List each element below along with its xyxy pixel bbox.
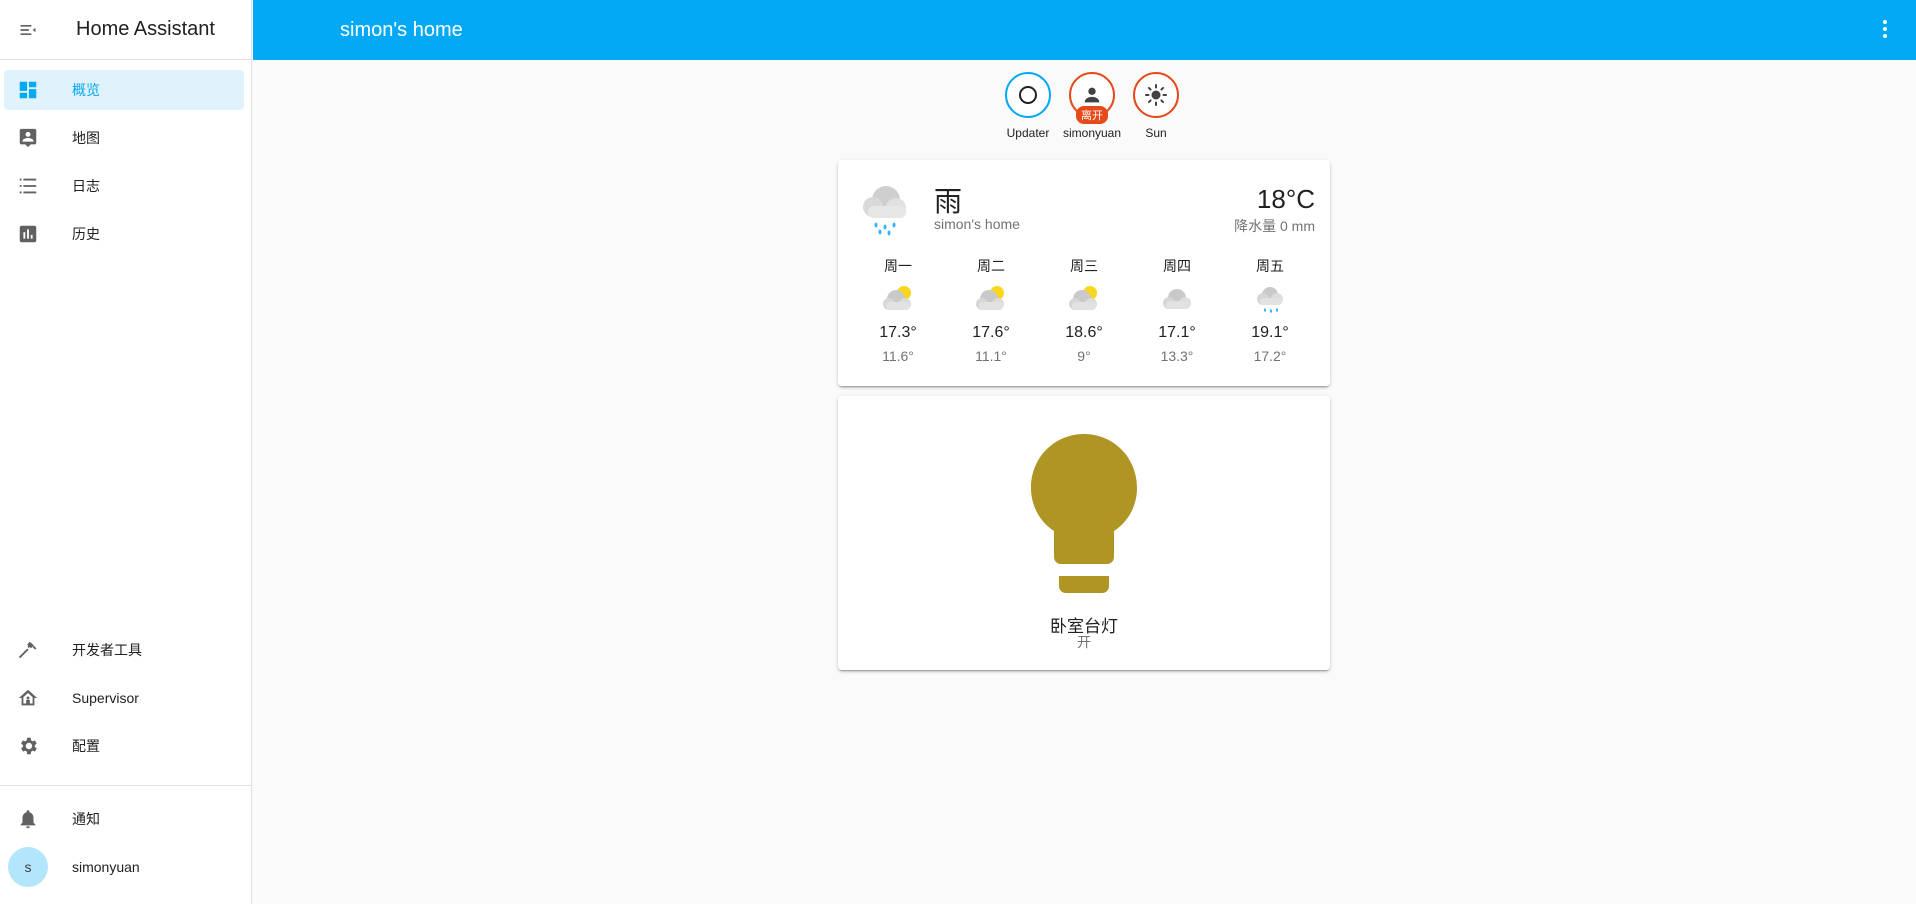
light-state: 开	[1077, 634, 1091, 650]
sidebar-item-config[interactable]: 配置	[4, 726, 244, 766]
forecast-low: 17.2°	[1253, 348, 1287, 364]
sidebar-item-supervisor[interactable]: Supervisor	[4, 678, 244, 718]
forecast-day-label: 周三	[1070, 258, 1098, 274]
weather-location: simon's home	[934, 216, 1020, 232]
sidebar-item-label: 配置	[72, 738, 100, 754]
weather-card[interactable]: 雨 simon's home 18°C 降水量 0 mm 周一 17.3° 11…	[838, 160, 1330, 386]
weather-condition: 雨	[934, 186, 963, 217]
cloudy-icon	[1163, 289, 1191, 309]
forecast-day: 周三 18.6° 9°	[1047, 256, 1121, 364]
rainy-weather-icon	[863, 186, 906, 236]
badge-label: Sun	[1145, 126, 1167, 140]
app-title: Home Assistant	[76, 18, 215, 40]
sidebar-divider	[0, 785, 252, 786]
badge-circle	[1005, 72, 1051, 118]
badge-label: simonyuan	[1062, 126, 1122, 140]
sidebar-item-label: 通知	[72, 811, 100, 827]
forecast-high: 17.6°	[972, 324, 1010, 341]
sidebar-item-label: 概览	[72, 82, 100, 98]
forecast-day-label: 周五	[1256, 258, 1284, 274]
weather-precipitation: 降水量 0 mm	[1234, 218, 1315, 234]
sidebar-item-label: simonyuan	[72, 859, 140, 875]
forecast-low: 9°	[1077, 348, 1091, 364]
sidebar-item-label: Supervisor	[72, 690, 139, 706]
sidebar-item-history[interactable]: 历史	[4, 214, 244, 254]
weather-forecast: 周一 17.3° 11.6° 周二 17.6° 11.1° 周三 18.6° 9…	[838, 256, 1330, 364]
hammer-icon	[4, 639, 52, 661]
forecast-day: 周四 17.1° 13.3°	[1140, 256, 1214, 364]
sidebar-item-notifications[interactable]: 通知	[4, 799, 244, 839]
weather-temperature: 18°C	[1256, 184, 1315, 214]
sidebar-item-map[interactable]: 地图	[4, 118, 244, 158]
more-vert-icon	[1883, 34, 1887, 38]
avatar: s	[8, 847, 48, 887]
sidebar-item-label: 地图	[72, 130, 100, 146]
sidebar: Home Assistant 概览 地图 日志 历史 开发者工具 Supervi…	[0, 0, 252, 904]
forecast-day-label: 周一	[884, 258, 912, 274]
partly-cloudy-icon	[883, 286, 911, 310]
menu-collapse-icon	[20, 24, 36, 35]
sidebar-header: Home Assistant	[0, 0, 251, 60]
forecast-high: 18.6°	[1065, 324, 1103, 341]
logbook-icon	[4, 175, 52, 197]
sidebar-item-label: 日志	[72, 178, 100, 194]
map-icon	[4, 127, 52, 149]
forecast-day: 周一 17.3° 11.6°	[861, 256, 935, 364]
avatar-wrapper: s	[4, 847, 52, 887]
badge-state-tag: 离开	[1076, 106, 1108, 124]
page-title: simon's home	[340, 18, 463, 41]
app-header: simon's home	[253, 0, 1916, 60]
forecast-high: 17.1°	[1158, 324, 1196, 341]
badge-circle	[1133, 72, 1179, 118]
person-icon	[1084, 87, 1100, 103]
forecast-day: 周五 19.1° 17.2°	[1233, 256, 1307, 364]
forecast-day: 周二 17.6° 11.1°	[954, 256, 1028, 364]
supervisor-icon	[4, 687, 52, 709]
badge-circle: 离开	[1069, 72, 1115, 124]
badge-updater[interactable]: Updater	[996, 72, 1060, 140]
partly-cloudy-icon	[976, 286, 1004, 310]
bell-icon	[4, 808, 52, 830]
history-chart-icon	[4, 223, 52, 245]
light-card[interactable]: 卧室台灯 开	[838, 396, 1330, 670]
more-vert-icon	[1883, 20, 1887, 24]
badge-row: Updater 离开 simonyuan Sun	[996, 72, 1188, 140]
sidebar-item-label: 历史	[72, 226, 100, 242]
gear-icon	[4, 735, 52, 757]
badge-label: Updater	[1006, 126, 1050, 140]
forecast-high: 17.3°	[879, 324, 917, 341]
sun-icon	[1145, 84, 1167, 106]
forecast-low: 13.3°	[1160, 348, 1194, 364]
more-options-button[interactable]	[1882, 18, 1888, 42]
forecast-high: 19.1°	[1251, 324, 1289, 341]
forecast-low: 11.6°	[882, 348, 914, 364]
more-vert-icon	[1883, 27, 1887, 31]
sidebar-item-developer-tools[interactable]: 开发者工具	[4, 630, 244, 670]
lightbulb-icon[interactable]	[1025, 432, 1143, 600]
forecast-day-label: 周四	[1163, 258, 1191, 274]
badge-person[interactable]: 离开 simonyuan	[1060, 72, 1124, 140]
badge-sun[interactable]: Sun	[1124, 72, 1188, 140]
menu-toggle-button[interactable]	[0, 0, 56, 60]
dashboard-icon	[4, 79, 52, 101]
partly-cloudy-icon	[1069, 286, 1097, 310]
forecast-day-label: 周二	[977, 258, 1005, 274]
sidebar-item-user[interactable]: s simonyuan	[4, 847, 244, 887]
sidebar-item-overview[interactable]: 概览	[4, 70, 244, 110]
rainy-icon	[1257, 287, 1283, 313]
sidebar-item-logbook[interactable]: 日志	[4, 166, 244, 206]
circle-outline-icon	[1019, 86, 1037, 104]
forecast-low: 11.1°	[975, 348, 1007, 364]
sidebar-item-label: 开发者工具	[72, 642, 142, 658]
